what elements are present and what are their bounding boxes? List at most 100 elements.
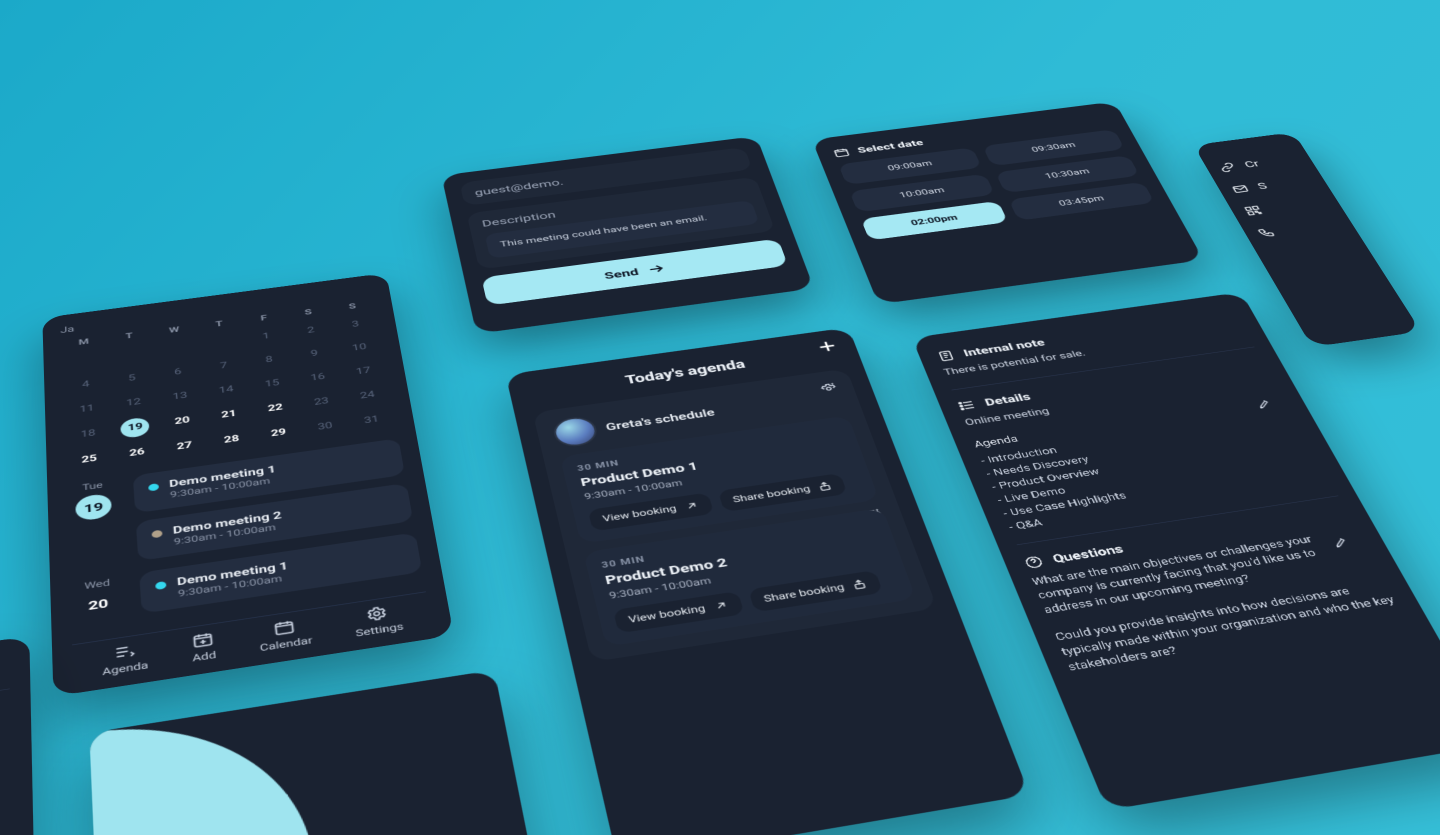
share-label: Cr <box>1242 158 1261 170</box>
share-booking-button[interactable]: Share booking <box>718 473 848 512</box>
tab-agenda[interactable]: Agenda <box>101 640 148 677</box>
view-booking-button[interactable]: View booking <box>588 492 714 531</box>
day-label: Tue <box>82 479 103 492</box>
screen-calendar: Ja M T W T F S S 1 2 3 4 5 6 7 8 9 10 11… <box>42 272 454 696</box>
arrow-up-right-icon <box>683 499 700 511</box>
screen-compose: guest@demo. Description This meeting cou… <box>441 136 814 334</box>
cal-day[interactable]: 8 <box>254 349 284 370</box>
cal-day[interactable]: 14 <box>211 379 241 401</box>
tab-label: Agenda <box>102 659 148 677</box>
cal-day[interactable]: 7 <box>209 355 238 376</box>
cal-day[interactable]: 29 <box>263 422 294 445</box>
share-icon <box>850 577 868 590</box>
weekday-t: T <box>106 328 152 343</box>
share-label: S <box>1255 180 1269 191</box>
event-dot-icon <box>151 529 162 538</box>
cal-day[interactable]: 20 <box>167 410 197 432</box>
cal-day[interactable]: 24 <box>352 384 383 406</box>
booking-card: 30 MIN Product Demo 2 9:30am - 10:00am V… <box>583 507 916 646</box>
view-booking-button[interactable]: View booking <box>613 591 744 633</box>
plus-icon <box>814 338 840 354</box>
cal-day[interactable]: 27 <box>169 435 199 458</box>
avatar <box>551 414 600 448</box>
weekday-w: W <box>151 322 197 336</box>
cal-day[interactable]: 18 <box>73 422 103 445</box>
tab-calendar[interactable]: Calendar <box>257 615 313 653</box>
list-icon <box>113 642 136 661</box>
cal-day[interactable]: 15 <box>257 373 287 395</box>
cal-day[interactable]: 26 <box>122 441 152 464</box>
schedule-card: Greta's schedule 30 MIN Product Demo 1 9… <box>533 368 938 662</box>
cal-day[interactable]: 12 <box>119 391 148 413</box>
event-dot-icon <box>155 580 166 589</box>
share-icon <box>816 480 833 492</box>
cal-day[interactable]: 30 <box>310 415 341 437</box>
booking-title-row: Product Demo 1 <box>579 437 846 488</box>
brand-accent-shape <box>89 700 313 835</box>
cal-day[interactable]: 3 <box>341 314 371 334</box>
gear-sparkle-icon[interactable] <box>818 380 839 394</box>
send-label: Send <box>603 265 640 280</box>
question-icon <box>1022 553 1046 569</box>
calendar-icon <box>832 147 851 158</box>
tab-label: Calendar <box>259 634 313 653</box>
cal-day[interactable]: 10 <box>344 337 374 358</box>
questions-title: Questions <box>1050 541 1125 565</box>
booking-duration: 30 MIN <box>576 426 841 472</box>
cal-day[interactable]: 4 <box>71 374 100 396</box>
help-item[interactable]: Help <box>0 751 11 805</box>
share-booking-label: Share booking <box>731 483 811 504</box>
cal-day[interactable]: 23 <box>306 391 337 413</box>
list-icon <box>956 398 978 412</box>
cal-day[interactable]: 11 <box>72 398 101 420</box>
mail-icon <box>1230 183 1251 195</box>
event-dot-icon <box>148 483 159 491</box>
booking-card: 30 MIN Product Demo 1 9:30am - 10:00am V… <box>560 415 879 543</box>
gear-sparkle-icon[interactable] <box>862 506 885 521</box>
tab-settings[interactable]: Settings <box>352 602 404 639</box>
tab-label: Settings <box>355 620 404 638</box>
view-booking-label: View booking <box>601 503 677 524</box>
cal-day[interactable]: 17 <box>348 360 378 381</box>
cal-day[interactable]: 25 <box>74 448 104 471</box>
day-num: 20 <box>88 595 109 612</box>
share-booking-label: Share booking <box>762 581 845 604</box>
day-label: Wed <box>84 577 110 591</box>
booking-title-row: Product Demo 2 <box>604 532 882 587</box>
guest-value: guest@demo. <box>474 176 565 197</box>
cal-day[interactable]: 6 <box>163 361 192 382</box>
cal-day[interactable] <box>161 338 190 359</box>
cal-day[interactable]: 22 <box>260 397 290 419</box>
cal-day[interactable]: 5 <box>117 367 146 388</box>
cal-day[interactable] <box>70 350 99 371</box>
booking-time: 9:30am - 10:00am <box>608 548 886 600</box>
details-title: Details <box>983 390 1033 408</box>
tab-add[interactable]: Add <box>190 630 216 664</box>
day-column-wed: Wed 20 <box>70 575 127 633</box>
cal-day[interactable] <box>116 344 145 365</box>
cal-day[interactable]: 31 <box>356 409 387 431</box>
cal-day[interactable]: 16 <box>303 367 333 388</box>
cal-day[interactable]: 2 <box>296 320 326 341</box>
link-icon <box>1217 161 1238 172</box>
cal-day-selected[interactable]: 19 <box>120 416 150 438</box>
cal-day[interactable]: 28 <box>216 428 246 451</box>
screen-timeselect: Select date 09:00am 09:30am 10:00am 10:3… <box>812 101 1204 304</box>
cal-day[interactable]: 13 <box>165 385 195 407</box>
share-item[interactable]: S <box>1230 174 1314 194</box>
share-item[interactable] <box>1243 196 1328 216</box>
day-chip-selected[interactable]: 19 <box>75 492 112 521</box>
share-booking-button[interactable]: Share booking <box>748 570 883 612</box>
cal-day[interactable]: 21 <box>214 403 244 425</box>
share-item[interactable] <box>1256 217 1342 238</box>
day-column-tue: Tue 19 <box>66 477 124 579</box>
qr-icon <box>1243 204 1264 216</box>
cal-day[interactable] <box>207 332 236 353</box>
booking-title: Product Demo 2 <box>604 554 729 586</box>
select-date-title: Select date <box>856 137 925 154</box>
cal-day[interactable]: 1 <box>252 326 281 347</box>
screen-brand: Me <box>89 669 571 835</box>
cal-day[interactable]: 9 <box>300 343 330 364</box>
weekday-m: M <box>61 334 107 349</box>
calendar-add-icon <box>191 630 214 649</box>
